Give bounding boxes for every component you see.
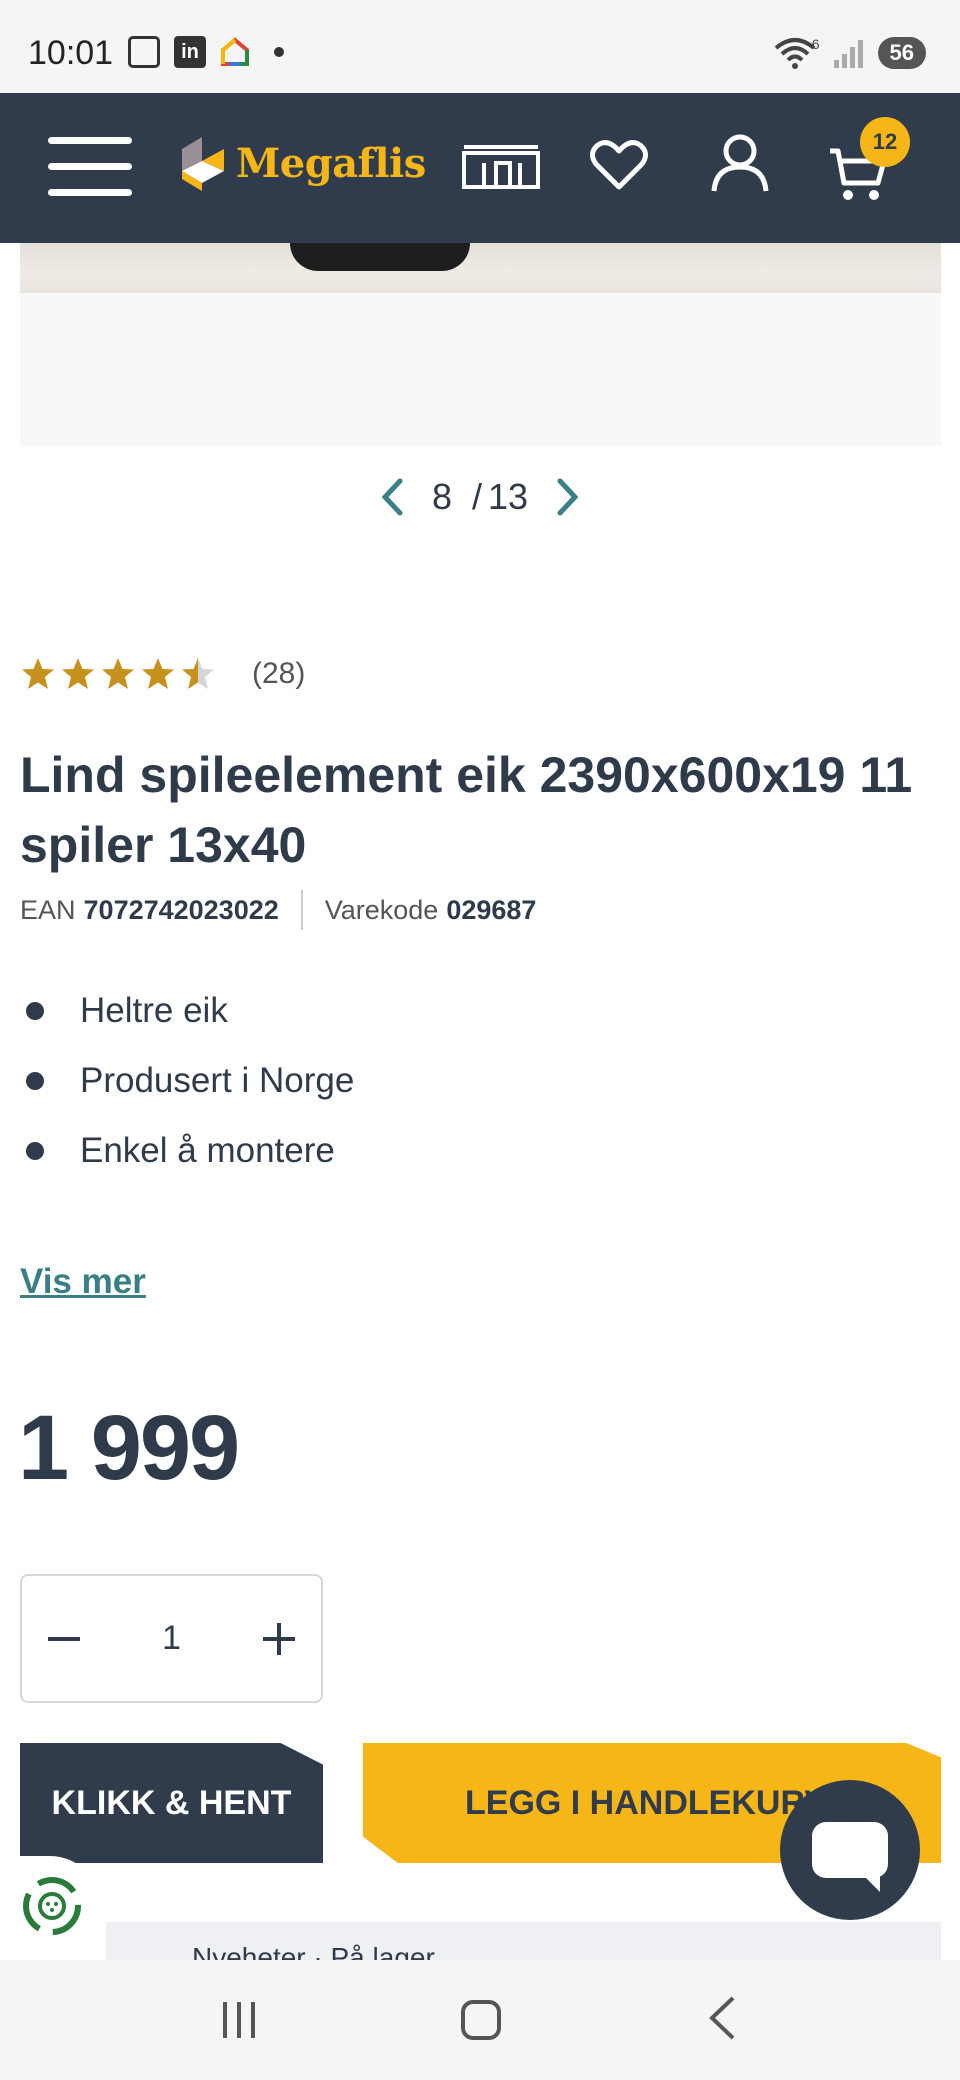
- feature-item: Enkel å montere: [20, 1116, 354, 1186]
- linkedin-icon: in: [174, 36, 206, 68]
- star-icon: [22, 658, 54, 689]
- show-more-link[interactable]: Vis mer: [20, 1262, 146, 1302]
- product-features: Heltre eik Produsert i Norge Enkel å mon…: [20, 976, 354, 1186]
- review-count[interactable]: (28): [252, 657, 305, 691]
- status-time: 10:01: [28, 34, 114, 72]
- bullet-dot: [26, 1142, 44, 1160]
- screenshot-icon: [128, 36, 160, 68]
- more-notifications-dot: [274, 47, 284, 57]
- menu-icon[interactable]: [48, 137, 132, 197]
- product-codes: EAN 7072742023022 Varekode 029687: [20, 890, 536, 930]
- ean-label: EAN: [20, 894, 76, 925]
- product-title: Lind spileelement eik 2390x600x19 11 spi…: [20, 747, 913, 873]
- recycle-icon: [23, 1877, 81, 1935]
- gallery-pager: 8 / 13: [0, 476, 960, 518]
- product-rating[interactable]: (28): [20, 656, 305, 692]
- heart-icon[interactable]: [590, 139, 648, 195]
- quantity-value[interactable]: 1: [162, 1619, 181, 1658]
- chat-button[interactable]: [780, 1780, 920, 1920]
- home-button[interactable]: [461, 2000, 501, 2040]
- megaflis-logo[interactable]: Megaflis: [180, 135, 426, 191]
- increase-quantity-button[interactable]: [262, 1622, 295, 1655]
- gallery-current: 8: [431, 476, 452, 517]
- chat-icon: [812, 1822, 888, 1892]
- sku-value: 029687: [446, 894, 537, 925]
- store-icon[interactable]: [462, 143, 540, 193]
- recycle-badge[interactable]: [0, 1856, 100, 1956]
- cart-count-badge: 12: [860, 117, 910, 167]
- star-icon: [62, 658, 94, 689]
- product-photo-detail: [290, 243, 470, 271]
- feature-text: Heltre eik: [80, 991, 228, 1030]
- google-home-icon: [220, 37, 250, 67]
- user-account-icon[interactable]: [710, 133, 770, 197]
- rating-stars: [20, 656, 216, 692]
- feature-text: Enkel å montere: [80, 1131, 335, 1170]
- logo-mark-icon: [182, 137, 224, 191]
- status-system-icons: 6 56: [774, 36, 926, 70]
- quantity-stepper: 1: [20, 1574, 323, 1703]
- product-image[interactable]: [20, 243, 941, 446]
- gallery-separator: /: [471, 476, 482, 517]
- back-button[interactable]: [707, 1995, 737, 2045]
- feature-item: Heltre eik: [20, 976, 354, 1046]
- product-price: 1 999: [18, 1397, 240, 1499]
- gallery-total: 13: [488, 476, 529, 517]
- status-notification-icons: in: [128, 36, 284, 68]
- previous-image-button[interactable]: [372, 477, 412, 517]
- next-image-button[interactable]: [548, 477, 588, 517]
- feature-text: Produsert i Norge: [80, 1061, 355, 1100]
- star-icon: [102, 658, 134, 689]
- star-icon: [142, 658, 174, 689]
- code-divider: [300, 890, 303, 930]
- logo-text: Megaflis: [236, 139, 426, 187]
- click-and-collect-button[interactable]: KLIKK & HENT: [20, 1743, 323, 1863]
- feature-item: Produsert i Norge: [20, 1046, 354, 1116]
- ean-value: 7072742023022: [83, 894, 279, 925]
- bullet-dot: [26, 1002, 44, 1020]
- site-header: Megaflis 12: [0, 93, 960, 243]
- sku-label: Varekode: [324, 894, 439, 925]
- decrease-quantity-button[interactable]: [48, 1636, 80, 1641]
- product-photo-strip: [20, 243, 941, 293]
- info-card-text: Nyeheter · På lager: [192, 1942, 435, 1962]
- status-bar: 10:01 in 6 56: [0, 0, 960, 93]
- bullet-dot: [26, 1072, 44, 1090]
- signal-icon: [833, 40, 863, 68]
- battery-indicator: 56: [877, 37, 926, 69]
- back-icon: [709, 1996, 735, 2040]
- half-star-icon: [182, 658, 214, 689]
- info-card: Nyeheter · På lager: [106, 1922, 941, 1962]
- wifi-icon: [774, 38, 816, 69]
- network-type-label: 6: [811, 36, 820, 52]
- recent-apps-button[interactable]: [223, 2002, 255, 2038]
- system-navigation-bar: [0, 1960, 960, 2080]
